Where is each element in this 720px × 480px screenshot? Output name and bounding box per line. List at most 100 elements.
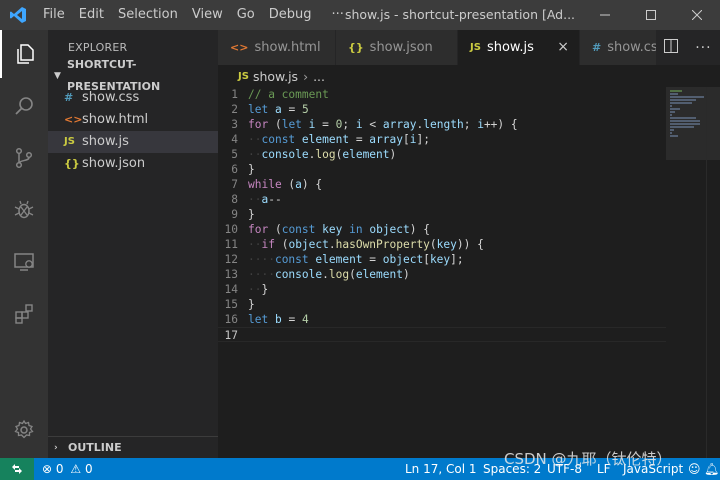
debug-activity-button[interactable] [0,186,48,234]
minimap-line [670,93,678,95]
code-line: 6} [218,162,666,177]
split-editor-button[interactable] [664,39,679,56]
code-text: ··if (object.hasOwnProperty(key)) { [248,238,484,251]
minimize-button[interactable] [582,0,628,30]
source-control-icon [15,147,33,169]
warning-icon: ⚠ [70,462,82,476]
css-file-icon: # [64,91,74,104]
code-text: ····console.log(element) [248,268,410,281]
menu-go[interactable]: Go [230,0,262,30]
tab-show-css[interactable]: # show.css [580,30,658,65]
problems-indicator[interactable]: ⊗ 0 ⚠ 0 [42,458,93,480]
smiley-icon: ☺ [688,462,701,476]
bell-icon: 🔔︎ [704,462,720,476]
vertical-scrollbar[interactable] [706,87,720,458]
file-item-show-json[interactable]: {} show.json [48,153,218,175]
tab-label: show.js [486,40,534,55]
minimap-line [670,129,674,131]
code-line: 10 for (const key in object) { [218,222,666,237]
remote-icon [12,464,22,474]
tab-label: show.json [369,40,433,55]
file-name: show.html [82,112,149,127]
files-icon [17,44,34,64]
outline-label: OUTLINE [68,441,122,454]
minimap-line [670,96,704,98]
menu-edit[interactable]: Edit [72,0,111,30]
notifications-button[interactable]: 🔔︎ [704,458,719,480]
file-name: show.js [82,134,129,149]
css-file-icon: # [592,41,602,54]
menu-bar: File Edit Selection View Go Debug ··· [36,0,351,30]
explorer-activity-button[interactable] [0,30,48,78]
code-line: 7 while (a) { [218,177,666,192]
code-text: } [248,298,255,311]
menu-selection[interactable]: Selection [111,0,185,30]
remote-explorer-activity-button[interactable] [0,238,48,286]
error-icon: ⊗ [42,462,53,476]
close-window-button[interactable] [674,0,720,30]
code-text: while (a) { [248,178,323,191]
csdn-watermark: CSDN @九耶（钛伦特） [504,450,672,468]
code-line: 9} [218,207,666,222]
line-number: 2 [231,103,238,116]
menu-view[interactable]: View [185,0,230,30]
extensions-activity-button[interactable] [0,290,48,338]
extensions-icon [15,304,33,324]
js-file-icon: JS [238,70,249,82]
code-line: 1 // a comment [218,87,666,102]
editor-tab-bar: <> show.html {} show.json JS show.js × #… [218,30,720,65]
line-number: 7 [231,178,238,191]
code-line: 3 for (let i = 0; i < array.length; i++) … [218,117,666,132]
activity-bar [0,30,48,458]
code-text: ··console.log(element) [248,148,397,161]
close-tab-button[interactable]: × [557,30,569,65]
minimap-line [670,108,680,110]
outline-section[interactable]: › OUTLINE [48,436,218,458]
maximize-icon [646,10,656,20]
code-line: 2 let a = 5 [218,102,666,117]
gear-icon [14,419,34,439]
search-icon [15,97,33,115]
tab-show-json[interactable]: {} show.json [336,30,458,65]
tab-show-js[interactable]: JS show.js × [458,30,580,65]
tab-show-html[interactable]: <> show.html [218,30,336,65]
js-file-icon: JS [470,42,481,53]
line-number: 5 [231,148,238,161]
maximize-button[interactable] [628,0,674,30]
json-file-icon: {} [348,41,364,54]
folder-header[interactable]: ▼ SHORTCUT-PRESENTATION [48,58,218,93]
tab-label: show.html [254,40,321,55]
minimap-line [670,126,694,128]
breadcrumb-separator: › [303,68,309,84]
more-actions-button[interactable]: ··· [695,40,711,56]
feedback-button[interactable]: ☺ [688,458,701,480]
code-text: ··} [248,283,269,296]
code-line: 12 ····const element = object[key]; [218,252,666,267]
file-item-show-html[interactable]: <> show.html [48,109,218,131]
file-name: show.css [82,90,140,105]
menu-file[interactable]: File [36,0,72,30]
settings-activity-button[interactable] [0,406,48,454]
title-bar: File Edit Selection View Go Debug ··· sh… [0,0,720,30]
line-number: 15 [224,298,238,311]
window-title: show.js - shortcut-presentation [Ad... [344,7,576,22]
remote-button[interactable] [0,458,34,480]
line-number: 16 [224,313,238,326]
editor-actions: ··· [656,30,720,65]
code-editor[interactable]: 1 // a comment 2 let a = 5 3 for (let i = 0… [218,87,720,458]
code-line: 13 ····console.log(element) [218,267,666,282]
code-line: 5 ··console.log(element) [218,147,666,162]
line-number: 4 [231,133,238,146]
breadcrumb-more[interactable]: ... [313,69,325,84]
search-activity-button[interactable] [0,82,48,130]
file-item-show-js[interactable]: JS show.js [48,131,218,153]
code-text: for (let i = 0; i < array.length; i++) { [248,118,518,131]
breadcrumb-file[interactable]: show.js [253,69,298,84]
menu-debug[interactable]: Debug [262,0,319,30]
cursor-position[interactable]: Ln 17, Col 1 [405,458,477,480]
html-file-icon: <> [64,113,83,126]
minimize-icon [600,14,610,16]
minimap-line [670,132,672,134]
source-control-activity-button[interactable] [0,134,48,182]
code-text: } [248,208,255,221]
